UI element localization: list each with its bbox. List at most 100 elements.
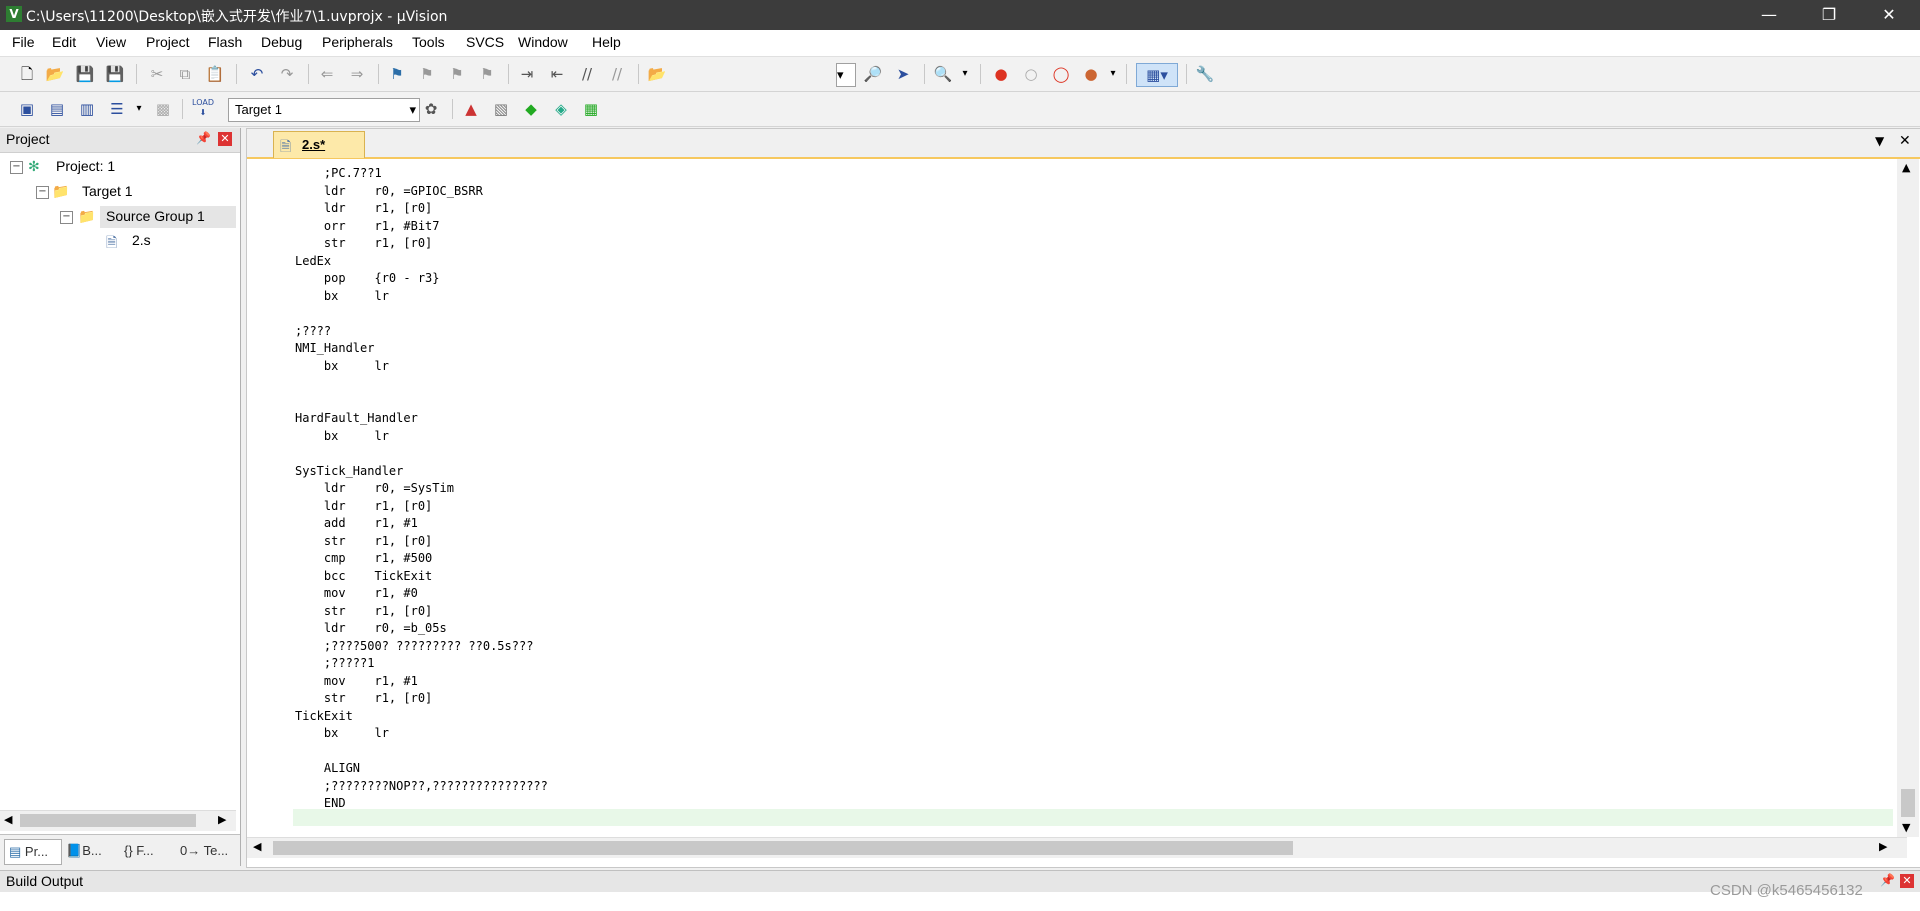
comment-icon[interactable]: // (576, 63, 598, 85)
debug-dropdown-icon[interactable]: ▾ (954, 63, 976, 85)
tab-books[interactable]: 📘B... (64, 839, 120, 863)
code-line[interactable]: ldr r0, =GPIOC_BSRR (295, 183, 483, 201)
code-line[interactable]: ;PC.7??1 (295, 165, 382, 183)
paste-icon[interactable]: 📋 (204, 63, 226, 85)
restore-button[interactable]: ❐ (1800, 0, 1858, 30)
undo-icon[interactable]: ↶ (246, 63, 268, 85)
uncomment-icon[interactable]: // (606, 63, 628, 85)
menu-edit[interactable]: Edit (52, 34, 76, 50)
scroll-up-icon[interactable]: ▲ (1902, 161, 1910, 174)
bookmark-icon[interactable]: ⚑ (386, 63, 408, 85)
cut-icon[interactable]: ✂ (146, 63, 168, 85)
scroll-down-icon[interactable]: ▼ (1902, 821, 1910, 834)
stop-build-icon[interactable]: ▩ (152, 98, 174, 120)
code-line[interactable]: END (295, 795, 346, 813)
kill-breakpoints-icon[interactable]: ● (1080, 63, 1102, 85)
code-line[interactable]: mov r1, #1 (295, 673, 418, 691)
batch-build-dropdown-icon[interactable]: ▾ (128, 98, 150, 120)
code-line[interactable]: ;???? (295, 323, 331, 341)
disable-breakpoint-icon[interactable]: ○ (1020, 63, 1042, 85)
next-bookmark-icon[interactable]: ⚑ (446, 63, 468, 85)
target-select[interactable]: Target 1 ▾ (228, 98, 420, 122)
scroll-left-icon[interactable]: ◀ (4, 813, 12, 826)
code-line[interactable]: str r1, [r0] (295, 533, 432, 551)
menu-project[interactable]: Project (146, 34, 190, 50)
hscroll-thumb[interactable] (273, 841, 1293, 855)
menu-file[interactable]: File (12, 34, 35, 50)
target-options-icon[interactable]: ✿ (420, 98, 442, 120)
hscroll-right-icon[interactable]: ▶ (1879, 840, 1887, 853)
code-line[interactable]: bx lr (295, 725, 389, 743)
menu-tools[interactable]: Tools (412, 34, 445, 50)
code-line[interactable]: HardFault_Handler (295, 410, 418, 428)
code-line[interactable]: bx lr (295, 428, 389, 446)
editor-vscroll[interactable]: ▲ ▼ (1897, 159, 1919, 837)
code-line[interactable]: TickExit (295, 708, 353, 726)
code-line[interactable]: cmp r1, #500 (295, 550, 432, 568)
save-icon[interactable]: 💾 (74, 63, 96, 85)
code-line[interactable]: ALIGN (295, 760, 360, 778)
code-line[interactable]: str r1, [r0] (295, 235, 432, 253)
menu-debug[interactable]: Debug (261, 34, 302, 50)
tab-project[interactable]: ▤ Pr... (4, 839, 62, 865)
code-line[interactable]: orr r1, #Bit7 (295, 218, 440, 236)
code-line[interactable]: pop {r0 - r3} (295, 270, 440, 288)
tab-templates[interactable]: 0→ Te... (180, 839, 236, 863)
save-all-icon[interactable]: 💾 (104, 63, 126, 85)
close-tab-icon[interactable]: ✕ (1899, 133, 1911, 149)
code-line[interactable]: ldr r1, [r0] (295, 200, 432, 218)
code-line[interactable]: bx lr (295, 358, 389, 376)
nav-back-icon[interactable]: ⇐ (316, 63, 338, 85)
breakpoint-dropdown-icon[interactable]: ▾ (1102, 63, 1124, 85)
batch-build-icon[interactable]: ☰ (106, 98, 128, 120)
code-line[interactable]: ldr r1, [r0] (295, 498, 432, 516)
editor-hscroll[interactable]: ◀ ▶ (247, 837, 1907, 858)
close-button[interactable]: ✕ (1860, 0, 1918, 30)
menu-peripherals[interactable]: Peripherals (322, 34, 393, 50)
copy-icon[interactable]: ⧉ (174, 63, 196, 85)
vscroll-thumb[interactable] (1901, 789, 1915, 817)
code-line[interactable]: ldr r0, =SysTim (295, 480, 454, 498)
tab-list-dropdown-icon[interactable]: ▼ (1875, 134, 1884, 148)
code-line[interactable]: LedEx (295, 253, 331, 271)
tree-source-group[interactable]: Source Group 1 (106, 208, 205, 224)
build-icon[interactable]: ▤ (46, 98, 68, 120)
tree-file[interactable]: 2.s (132, 232, 151, 248)
unindent-icon[interactable]: ⇤ (546, 63, 568, 85)
code-line[interactable]: ;????????NOP??,???????????????? (295, 778, 548, 796)
code-line[interactable]: ldr r0, =b_05s (295, 620, 447, 638)
code-line[interactable]: str r1, [r0] (295, 603, 432, 621)
find-combo-dropdown[interactable]: ▾ (836, 63, 856, 87)
redo-icon[interactable]: ↷ (276, 63, 298, 85)
incremental-find-icon[interactable]: ➤ (892, 63, 914, 85)
menu-help[interactable]: Help (592, 34, 621, 50)
file-extensions-icon[interactable]: ▲ (460, 98, 482, 120)
translate-icon[interactable]: ▣ (16, 98, 38, 120)
select-packs-icon[interactable]: ◆ (520, 98, 542, 120)
code-line[interactable]: mov r1, #0 (295, 585, 418, 603)
collapse-project-icon[interactable]: − (10, 161, 23, 174)
hscroll-left-icon[interactable]: ◀ (253, 840, 261, 853)
run-time-environment-icon[interactable]: ▦ (580, 98, 602, 120)
scroll-thumb[interactable] (20, 814, 196, 827)
tree-target[interactable]: Target 1 (82, 183, 133, 199)
manage-components-icon[interactable]: ▧ (490, 98, 512, 120)
menu-flash[interactable]: Flash (208, 34, 242, 50)
new-file-icon[interactable]: 🗋 (16, 63, 38, 85)
collapse-group-icon[interactable]: − (60, 211, 73, 224)
close-output-icon[interactable]: ✕ (1900, 874, 1914, 888)
scroll-right-icon[interactable]: ▶ (218, 813, 226, 826)
code-line[interactable]: bx lr (295, 288, 389, 306)
menu-svcs[interactable]: SVCS (466, 34, 504, 50)
menu-view[interactable]: View (96, 34, 126, 50)
code-line[interactable]: NMI_Handler (295, 340, 374, 358)
menu-window[interactable]: Window (518, 34, 568, 50)
close-panel-icon[interactable]: ✕ (218, 132, 232, 146)
pack-installer-icon[interactable]: ◈ (550, 98, 572, 120)
window-layout-icon[interactable]: ▦▾ (1136, 63, 1178, 87)
collapse-target-icon[interactable]: − (36, 186, 49, 199)
minimize-button[interactable]: — (1740, 0, 1798, 30)
download-icon[interactable]: LOAD ⬇ (192, 98, 214, 120)
nav-forward-icon[interactable]: ⇒ (346, 63, 368, 85)
disable-all-breakpoints-icon[interactable]: ◯ (1050, 63, 1072, 85)
